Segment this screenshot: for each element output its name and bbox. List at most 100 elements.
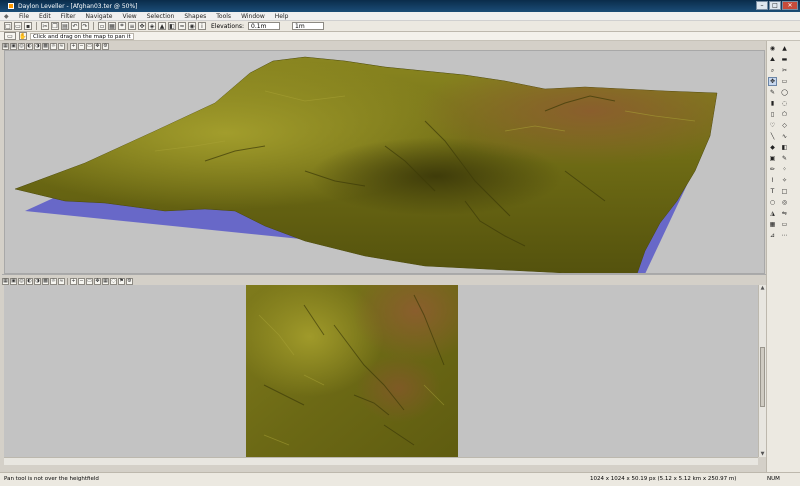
top-shade-icon[interactable]: ◐ [26, 277, 33, 285]
line-icon[interactable]: ╲ [768, 132, 777, 141]
view-settings-icon[interactable]: ⚙ [102, 42, 109, 50]
view-shade-icon[interactable]: ◐ [26, 42, 33, 50]
top-settings-icon[interactable]: ⚙ [126, 277, 133, 285]
view3d-icon[interactable]: ◈ [148, 22, 156, 30]
top-zoom-out-icon[interactable]: − [78, 277, 85, 285]
top-grid2-icon[interactable]: ▦ [102, 277, 109, 285]
path-icon[interactable]: ⌇ [768, 176, 777, 185]
terrain-icon[interactable]: ▲ [780, 44, 789, 53]
info-icon[interactable]: i [198, 22, 206, 30]
view-grid-icon[interactable]: ▦ [2, 42, 9, 50]
scroll-down-icon[interactable]: ▼ [759, 451, 766, 457]
minimize-button[interactable]: – [756, 1, 768, 10]
shape-icon[interactable]: ◇ [780, 121, 789, 130]
scrollbar-thumb[interactable] [760, 347, 765, 407]
cut-icon[interactable]: ✂ [41, 22, 49, 30]
spray-icon[interactable]: ⁘ [780, 165, 789, 174]
view-wire-icon[interactable]: ▣ [10, 42, 17, 50]
view-light-icon[interactable]: ☼ [50, 42, 57, 50]
top-center-icon[interactable]: ✥ [94, 277, 101, 285]
flatten-icon[interactable]: ▭ [780, 220, 789, 229]
zoom-icon[interactable]: ⌕ [768, 66, 777, 75]
maximize-button[interactable]: □ [769, 1, 781, 10]
top-view-horizontal-scrollbar[interactable] [4, 457, 758, 465]
view-fit-icon[interactable]: ▭ [86, 42, 93, 50]
scissors-icon[interactable]: ✂ [780, 66, 789, 75]
save-icon[interactable]: ▪ [24, 22, 32, 30]
layers-icon[interactable]: ≡ [128, 22, 136, 30]
top-grid-icon[interactable]: ▦ [2, 277, 9, 285]
menu-selection[interactable]: Selection [142, 13, 180, 20]
rect-select-icon[interactable]: ▭ [780, 77, 789, 86]
pan-hand-icon[interactable]: ✋ [19, 32, 27, 40]
texture-icon[interactable]: ◧ [168, 22, 176, 30]
top-water-icon[interactable]: ≈ [58, 277, 65, 285]
curve-icon[interactable]: ∿ [780, 132, 789, 141]
menu-view[interactable]: View [117, 13, 141, 20]
menu-shapes[interactable]: Shapes [179, 13, 211, 20]
star-icon[interactable]: ✧ [780, 176, 789, 185]
ellipse-icon[interactable]: ○ [768, 198, 777, 207]
paste-icon[interactable]: ▤ [61, 22, 69, 30]
view-texture-icon[interactable]: ▩ [42, 42, 49, 50]
menu-tools[interactable]: Tools [211, 13, 236, 20]
perspective-viewport[interactable] [4, 50, 765, 274]
polygon-icon[interactable]: ⬠ [780, 110, 789, 119]
brush-icon[interactable]: ▮ [768, 99, 777, 108]
view-center-icon[interactable]: ✥ [94, 42, 101, 50]
top-zoom-in-icon[interactable]: + [70, 277, 77, 285]
menu-navigate[interactable]: Navigate [81, 13, 118, 20]
ellipse-select-icon[interactable]: ◯ [780, 88, 789, 97]
selection-icon[interactable]: ▫ [98, 22, 106, 30]
fill-icon[interactable]: ◆ [768, 143, 777, 152]
dropper-icon[interactable]: ✎ [768, 88, 777, 97]
document-icon[interactable]: ◆ [4, 13, 11, 20]
warp-icon[interactable]: ◮ [768, 209, 777, 218]
crop-icon[interactable]: ⌗ [118, 22, 126, 30]
grid-icon[interactable]: ▦ [768, 220, 777, 229]
copy-icon[interactable]: ❐ [51, 22, 59, 30]
top-fit-icon[interactable]: ▭ [86, 277, 93, 285]
rect-icon[interactable]: □ [780, 187, 789, 196]
pencil-icon[interactable]: ✏ [768, 165, 777, 174]
tool-options-icon[interactable]: ▭ [4, 32, 16, 40]
elevation-unit-input[interactable] [292, 22, 325, 30]
elevation-step-input[interactable] [248, 22, 281, 30]
top-texture-icon[interactable]: ▩ [42, 277, 49, 285]
heightfield-icon[interactable]: ▲ [158, 22, 166, 30]
top-light-icon[interactable]: ☼ [50, 277, 57, 285]
eraser-icon[interactable]: ▯ [768, 110, 777, 119]
top-cam-icon[interactable]: ◎ [18, 277, 25, 285]
top-color-icon[interactable]: ◑ [34, 277, 41, 285]
move-icon[interactable]: ✥ [138, 22, 146, 30]
lasso-icon[interactable]: ◌ [780, 99, 789, 108]
top-view-vertical-scrollbar[interactable]: ▲ ▼ [758, 285, 766, 457]
menu-window[interactable]: Window [236, 13, 270, 20]
water-icon[interactable]: ≈ [178, 22, 186, 30]
view-color-icon[interactable]: ◑ [34, 42, 41, 50]
menu-file[interactable]: File [14, 13, 34, 20]
redo-icon[interactable]: ↷ [81, 22, 89, 30]
top-wire-icon[interactable]: ▣ [10, 277, 17, 285]
top-contour-icon[interactable]: ◌ [110, 277, 117, 285]
undo-icon[interactable]: ↶ [71, 22, 79, 30]
view-zoom-out-icon[interactable]: − [78, 42, 85, 50]
stamp-icon[interactable]: ▣ [768, 154, 777, 163]
eye-icon[interactable]: ◉ [768, 44, 777, 53]
new-file-icon[interactable]: □ [4, 22, 12, 30]
open-file-icon[interactable]: ▭ [14, 22, 22, 30]
view-water-icon[interactable]: ≈ [58, 42, 65, 50]
mountain-icon[interactable]: ⛰ [768, 55, 777, 64]
measure-icon[interactable]: ⊿ [768, 231, 777, 240]
text-icon[interactable]: T [768, 187, 777, 196]
heart-icon[interactable]: ♡ [768, 121, 777, 130]
view-zoom-in-icon[interactable]: + [70, 42, 77, 50]
view-cam-icon[interactable]: ◎ [18, 42, 25, 50]
pan-icon[interactable]: ✥ [768, 77, 777, 86]
grid-icon[interactable]: ▦ [108, 22, 116, 30]
gradient-icon[interactable]: ◧ [780, 143, 789, 152]
menu-help[interactable]: Help [270, 13, 294, 20]
mirror-icon[interactable]: ⇋ [780, 209, 789, 218]
menu-filter[interactable]: Filter [56, 13, 81, 20]
top-viewport[interactable] [4, 285, 758, 457]
